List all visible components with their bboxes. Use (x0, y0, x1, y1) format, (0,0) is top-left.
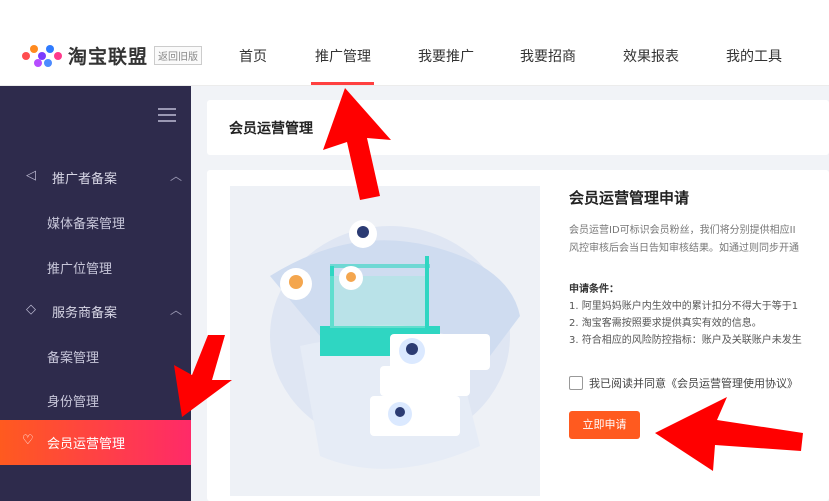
condition-item: 3. 符合相应的风险防控指标：账户及关联账户未发生 (569, 335, 802, 346)
brand-name: 淘宝联盟 (68, 46, 149, 68)
sidebar-item-filing-management[interactable]: 备案管理 (0, 341, 191, 371)
logo-mark-icon (22, 43, 64, 69)
sidebar-item-member-operations[interactable]: ♡ 会员运营管理 (0, 420, 191, 465)
condition-item: 2. 淘宝客需按照要求提供真实有效的信息。 (569, 318, 762, 329)
sidebar-group-provider-filing[interactable]: ◇ 服务商备案 ︿ (0, 296, 191, 326)
chevron-up-icon: ︿ (170, 169, 183, 183)
application-title: 会员运营管理申请 (569, 189, 690, 207)
sidebar: ◁ 推广者备案 ︿ 媒体备案管理 推广位管理 ◇ 服务商备案 ︿ 备案管理 身份… (0, 86, 191, 501)
megaphone-icon: ◁ (26, 168, 36, 183)
top-navigation-bar: 淘宝联盟 返回旧版 首页 推广管理 我要推广 我要招商 效果报表 我的工具 (0, 0, 829, 86)
hamburger-menu-icon[interactable] (158, 108, 176, 122)
illustration-graphic (270, 220, 520, 469)
member-operations-illustration (230, 186, 540, 496)
conditions-title: 申请条件： (569, 284, 619, 295)
condition-item: 1. 阿里妈妈账户内生效中的累计扣分不得大于等于1 (569, 301, 799, 312)
conditions-list: 1. 阿里妈妈账户内生效中的累计扣分不得大于等于1 2. 淘宝客需按照要求提供真… (569, 298, 802, 349)
sidebar-group-promoter-filing[interactable]: ◁ 推广者备案 ︿ (0, 162, 191, 192)
sidebar-item-label: 媒体备案管理 (47, 217, 126, 232)
application-description: 会员运营ID可标识会员粉丝，我们将分别提供相应II 风控审核后会当日告知审核结果… (569, 222, 799, 258)
page-title: 会员运营管理 (229, 121, 313, 137)
sidebar-item-label: 会员运营管理 (47, 437, 126, 452)
brand-logo[interactable]: 淘宝联盟 返回旧版 (22, 42, 203, 69)
sidebar-group-label: 服务商备案 (52, 306, 118, 321)
apply-now-button[interactable]: 立即申请 (569, 411, 640, 439)
page-title-card: 会员运营管理 (207, 100, 829, 155)
nav-promotion-management[interactable]: 推广管理 (315, 46, 371, 66)
diamond-heart-icon: ♡ (22, 433, 34, 448)
sidebar-item-label: 推广位管理 (47, 262, 113, 277)
nav-my-tools[interactable]: 我的工具 (726, 46, 782, 66)
chevron-up-icon: ︿ (170, 303, 183, 317)
agreement-label[interactable]: 我已阅读并同意《会员运营管理使用协议》 (589, 375, 798, 391)
return-old-version-link[interactable]: 返回旧版 (154, 46, 203, 65)
arrow-annotation-icon (174, 335, 232, 417)
nav-promote[interactable]: 我要推广 (418, 46, 474, 66)
sidebar-item-identity-management[interactable]: 身份管理 (0, 385, 191, 415)
agreement-checkbox[interactable] (569, 376, 583, 390)
agreement-row[interactable]: 我已阅读并同意《会员运营管理使用协议》 (569, 375, 798, 391)
nav-home[interactable]: 首页 (239, 46, 267, 66)
nav-recruit[interactable]: 我要招商 (520, 46, 576, 66)
description-line: 会员运营ID可标识会员粉丝，我们将分别提供相应II (569, 225, 796, 236)
arrow-annotation-icon (323, 88, 391, 200)
nav-reports[interactable]: 效果报表 (623, 46, 679, 66)
sidebar-item-adzone[interactable]: 推广位管理 (0, 252, 191, 282)
sidebar-group-label: 推广者备案 (52, 172, 118, 187)
description-line: 风控审核后会当日告知审核结果。如通过则同步开通 (569, 243, 799, 254)
sidebar-item-media-filing[interactable]: 媒体备案管理 (0, 207, 191, 237)
sidebar-item-label: 身份管理 (47, 395, 100, 410)
handshake-icon: ◇ (26, 302, 36, 317)
sidebar-item-label: 备案管理 (47, 351, 100, 366)
arrow-annotation-icon (655, 397, 803, 471)
active-nav-underline (311, 82, 374, 85)
